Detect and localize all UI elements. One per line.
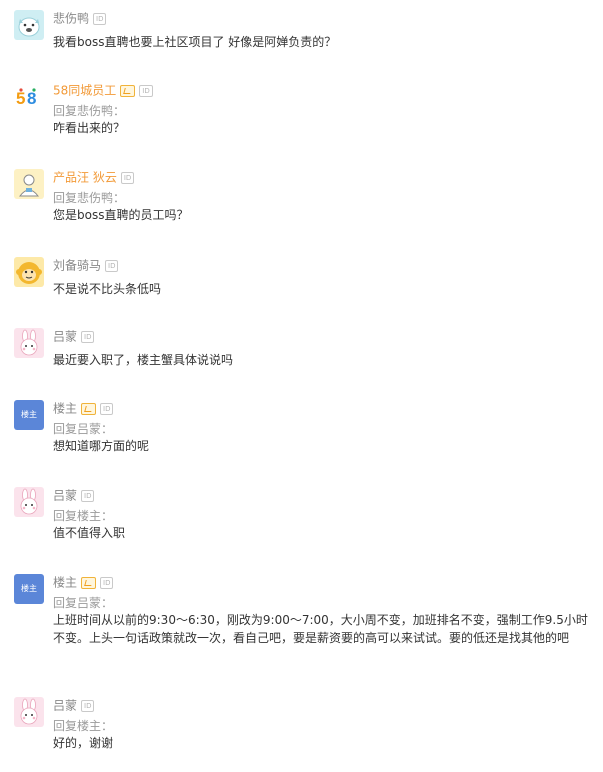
username[interactable]: 58同城员工 (53, 84, 116, 98)
bulldog-avatar-icon (14, 10, 44, 40)
username[interactable]: 刘备骑马 (53, 259, 101, 273)
vip-badge-icon (81, 576, 97, 589)
reply-to: 回复楼主： (53, 509, 114, 523)
svg-text:5: 5 (16, 89, 25, 108)
reply-to: 回复吕蒙： (53, 422, 114, 436)
id-badge-icon: ID (81, 330, 95, 343)
reply-to: 回复吕蒙： (53, 596, 114, 610)
id-badge-icon: ID (120, 171, 135, 184)
avatar[interactable] (14, 10, 44, 40)
comment-text: 上班时间从以前的9:30～6:30，刚改为9:00～7:00，大小周不变，加班排… (53, 613, 588, 645)
rabbit-avatar-icon (14, 328, 44, 358)
svg-text:8: 8 (27, 89, 36, 108)
rabbit-avatar-icon (14, 487, 44, 517)
vip-badge-icon (120, 84, 136, 97)
avatar[interactable] (14, 257, 44, 287)
vip-badge-icon (81, 402, 97, 415)
username[interactable]: 悲伤鸭 (53, 12, 89, 26)
username[interactable]: 吕蒙 (53, 699, 77, 713)
comment-text: 好的，谢谢 (53, 736, 114, 750)
username[interactable]: 吕蒙 (53, 489, 77, 503)
comment-text: 您是boss直聘的员工吗？ (53, 208, 189, 222)
id-badge-icon: ID (105, 259, 119, 272)
username[interactable]: 楼主 (53, 402, 77, 416)
owner-avatar[interactable]: 楼主 (14, 574, 44, 604)
avatar[interactable] (14, 328, 44, 358)
person-avatar-icon (14, 169, 44, 199)
username[interactable]: 楼主 (53, 576, 77, 590)
avatar[interactable]: 5 8 (14, 82, 44, 112)
id-badge-icon: ID (100, 402, 114, 415)
avatar[interactable] (14, 169, 44, 199)
avatar[interactable] (14, 487, 44, 517)
owner-avatar[interactable]: 楼主 (14, 400, 44, 430)
reply-to: 回复悲伤鸭： (53, 191, 126, 205)
rabbit-avatar-icon (14, 697, 44, 727)
reply-to: 回复悲伤鸭： (53, 104, 126, 118)
comment-text: 值不值得入职 (53, 526, 126, 540)
id-badge-icon: ID (100, 576, 114, 589)
id-badge-icon: ID (81, 489, 95, 502)
username[interactable]: 产品汪 狄云 (53, 171, 117, 185)
comment-text: 不是说不比头条低吗 (53, 282, 162, 296)
comment-text: 咋看出来的？ (53, 121, 126, 135)
monkey-avatar-icon (14, 257, 44, 287)
username[interactable]: 吕蒙 (53, 330, 77, 344)
avatar[interactable] (14, 697, 44, 727)
reply-to: 回复楼主： (53, 719, 114, 733)
id-badge-icon: ID (93, 12, 107, 25)
comment-text: 我看boss直聘也要上社区项目了 好像是阿婵负责的？ (53, 35, 337, 49)
id-badge-icon: ID (139, 84, 153, 97)
id-badge-icon: ID (81, 699, 95, 712)
58-logo-avatar-icon: 5 8 (14, 82, 44, 112)
comment-text: 最近要入职了，楼主蟹具体说说吗 (53, 353, 234, 367)
comment-text: 想知道哪方面的呢 (53, 439, 150, 453)
